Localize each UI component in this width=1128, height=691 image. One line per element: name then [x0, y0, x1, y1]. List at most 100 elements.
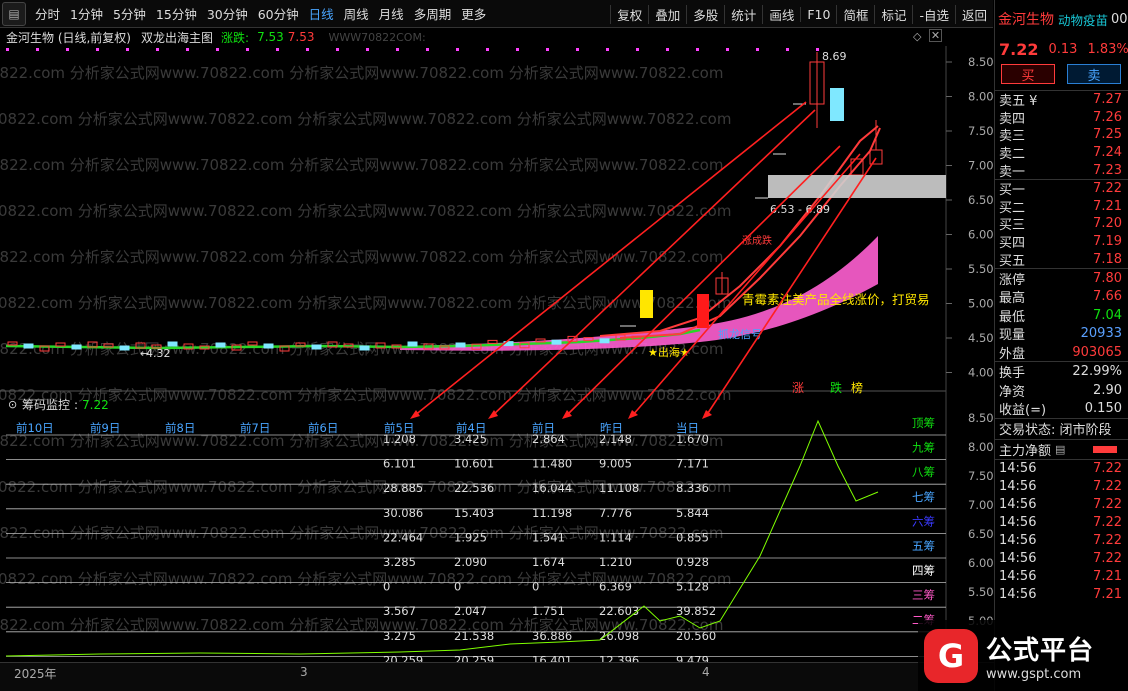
period-tab[interactable]: 分时	[30, 4, 65, 23]
chip-cell: 1.208	[383, 432, 416, 446]
chip-cell: 1.114	[599, 530, 632, 544]
order-book-row[interactable]: 卖四 7.26	[995, 109, 1128, 127]
period-tab[interactable]: 1分钟	[65, 4, 108, 23]
period-tab[interactable]: 更多	[456, 4, 491, 23]
toolbar-action[interactable]: 画线	[762, 4, 800, 24]
signal-dot	[666, 48, 669, 51]
settings-diamond-icon[interactable]: ◇	[913, 30, 921, 43]
order-level-price: 7.26	[1093, 109, 1122, 125]
chip-cell: 8.336	[676, 481, 709, 495]
stat-value: 2.90	[1093, 382, 1122, 398]
toolbar-action[interactable]: 统计	[724, 4, 762, 24]
order-book-row[interactable]: 卖三 7.25	[995, 126, 1128, 144]
period-tab[interactable]: 30分钟	[202, 4, 253, 23]
signal-dot	[186, 48, 189, 51]
toolbar-action[interactable]: 多股	[686, 4, 724, 24]
chip-cell: 3.567	[383, 604, 416, 618]
toolbar-action[interactable]: 复权	[610, 4, 648, 24]
order-level-price: 7.24	[1093, 145, 1122, 161]
stat-row: 涨停 7.80	[995, 269, 1128, 288]
period-tab[interactable]: 15分钟	[151, 4, 202, 23]
chip-cell: 1.541	[532, 530, 565, 544]
chip-row-label: 五筹	[912, 539, 935, 553]
indicator-name[interactable]: 双龙出海主图	[141, 29, 213, 46]
candle	[215, 342, 226, 348]
period-tab[interactable]: 多周期	[409, 4, 457, 23]
chip-cell: 11.198	[532, 506, 572, 520]
collapse-icon[interactable]: ⊙	[8, 398, 17, 411]
chip-cell: 7.776	[599, 506, 632, 520]
order-book-row[interactable]: 买一 7.22	[995, 180, 1128, 198]
period-tab[interactable]: 日线	[304, 4, 339, 23]
period-tab[interactable]: 60分钟	[253, 4, 304, 23]
order-level-price: 7.21	[1093, 198, 1122, 214]
candle	[551, 339, 562, 345]
signal-dot	[546, 48, 549, 51]
toolbar-action[interactable]: -自选	[912, 4, 955, 24]
menu-icon[interactable]: ▤	[2, 1, 26, 26]
chip-row-label: 六筹	[912, 514, 935, 528]
lower-tick-label: 6.50	[968, 527, 994, 541]
die-tag: 跌	[830, 380, 842, 395]
signal-dot	[66, 48, 69, 51]
concept-tag[interactable]: 动物疫苗	[1058, 10, 1110, 29]
order-book-row[interactable]: 买三 7.20	[995, 215, 1128, 233]
chip-row-label: 七筹	[912, 490, 935, 504]
order-book-row[interactable]: 卖二 7.24	[995, 144, 1128, 162]
chip-column-header: 前8日	[165, 421, 195, 435]
period-tab[interactable]: 月线	[374, 4, 409, 23]
table-icon[interactable]: ▤	[1055, 443, 1065, 456]
signal-dot	[726, 48, 729, 51]
tick-price: 7.22	[1093, 551, 1122, 567]
period-tabs: 分时 1分钟 5分钟 15分钟 30分钟 60分钟 日线 周线 月线 多周期 更多	[30, 4, 491, 23]
order-book-row[interactable]: 买二 7.21	[995, 198, 1128, 216]
month-label: 3	[300, 665, 308, 679]
chip-cell: 22.464	[383, 530, 423, 544]
zhang-tag: 涨	[792, 380, 804, 395]
chip-cell: 20.560	[676, 629, 716, 643]
tick-row: 14:56 7.22	[995, 460, 1128, 478]
price-pct: 1.83%	[1087, 41, 1128, 57]
signal-dot	[396, 48, 399, 51]
chip-cell: 20.259	[383, 653, 423, 662]
signal-dot	[336, 48, 339, 51]
period-tab[interactable]: 周线	[339, 4, 374, 23]
candle	[359, 345, 370, 351]
order-book-row[interactable]: 买五 7.18	[995, 250, 1128, 269]
buy-button[interactable]: 买	[1001, 64, 1055, 84]
chip-cell: 28.885	[383, 481, 423, 495]
signal-catch-dragon: 抓龙信号	[718, 327, 762, 341]
quote-panel: 金河生物 动物疫苗 00 7.22 0.13 1.83% 买 卖 卖五 ¥ 7.2…	[994, 0, 1128, 691]
candle	[23, 343, 34, 349]
trade-state: 交易状态: 闭市阶段	[995, 417, 1128, 440]
toolbar-action[interactable]: 标记	[874, 4, 912, 24]
signal-dot	[276, 48, 279, 51]
toolbar-action[interactable]: 简框	[836, 4, 874, 24]
order-book-row[interactable]: 卖一 7.23	[995, 161, 1128, 180]
candle	[455, 342, 466, 348]
price-tick-label: 4.00	[968, 366, 994, 380]
order-book-row[interactable]: 卖五 ¥ 7.27	[995, 91, 1128, 109]
chip-cell: 3.275	[383, 629, 416, 643]
order-level-price: 7.27	[1093, 92, 1122, 108]
close-icon[interactable]: ✕	[929, 29, 942, 42]
chip-cell: 3.425	[454, 432, 487, 446]
toolbar-action[interactable]: 返回	[954, 4, 993, 24]
lower-axis: 8.508.007.507.006.506.005.505.00	[968, 411, 994, 628]
period-tab[interactable]: 5分钟	[108, 4, 151, 23]
toolbar-action[interactable]: F10	[800, 6, 836, 22]
sell-button[interactable]: 卖	[1067, 64, 1121, 84]
tick-row: 14:56 7.22	[995, 532, 1128, 550]
news-note: 青霉素注美产品全线涨价，打贸易	[742, 292, 930, 307]
chip-cell: 39.852	[676, 604, 716, 618]
chip-column-header: 前6日	[308, 421, 338, 435]
watermark-row: 0822.com 分析家公式网www.70822.com 分析家公式网www.7…	[0, 386, 731, 404]
chart-area: 0822.com 分析家公式网www.70822.com 分析家公式网www.7…	[0, 46, 994, 662]
toolbar-action[interactable]: 叠加	[648, 4, 686, 24]
chip-row-label: 四筹	[912, 564, 935, 578]
lower-tick-label: 7.50	[968, 469, 994, 483]
signal-dot	[366, 48, 369, 51]
stat-value: 7.04	[1093, 307, 1122, 323]
order-level-label: 卖五 ¥	[999, 94, 1038, 110]
order-book-row[interactable]: 买四 7.19	[995, 233, 1128, 251]
